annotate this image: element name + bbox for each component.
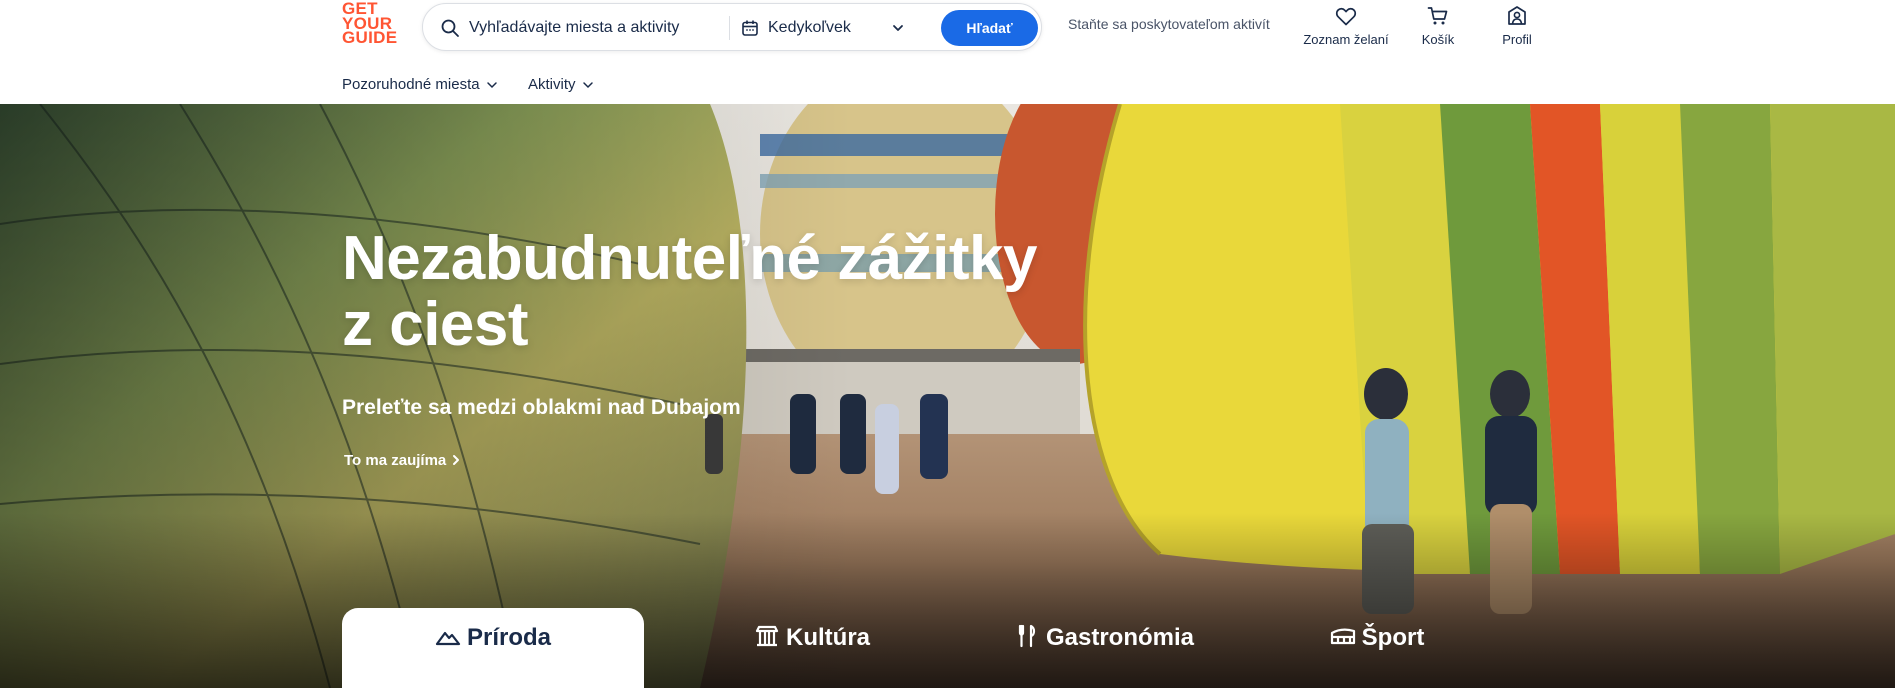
tab-culture[interactable]: Kultúra [702,608,922,688]
date-picker[interactable]: Kedykoľvek [741,12,911,44]
hero-title: Nezabudnuteľné zážitky z ciest [342,224,1038,359]
hero-title-line-1: Nezabudnuteľné zážitky [342,224,1038,293]
tab-label: Kultúra [786,624,870,651]
tab-nature[interactable]: Príroda [342,608,644,688]
category-tabs: Príroda Kultúra Gastronómia Šport [342,608,1502,688]
profile-icon [1508,6,1526,25]
temple-icon [755,625,779,647]
logo-line-3: GUIDE [342,28,398,47]
fork-knife-icon [1018,624,1036,648]
cart-button[interactable]: Košík [1410,4,1466,47]
date-label: Kedykoľvek [768,19,851,36]
nav-item-label: Aktivity [528,76,576,93]
become-supplier-link[interactable]: Staňte sa poskytovateľom aktivít [1068,16,1270,32]
chevron-down-icon [486,82,497,89]
wishlist-label: Zoznam želaní [1303,32,1389,47]
nav-item-label: Pozoruhodné miesta [342,76,480,93]
calendar-icon [742,20,758,36]
search-button[interactable]: Hľadať [941,10,1038,46]
wishlist-button[interactable]: Zoznam želaní [1300,4,1392,47]
tab-label: Príroda [466,624,552,651]
hero-background-image [0,104,1895,688]
search-icon [441,19,459,37]
hero-subtitle: Preleťte sa medzi oblakmi nad Dubajom [342,396,741,419]
chevron-right-icon [453,455,460,465]
chevron-down-icon [582,82,593,89]
profile-label: Profil [1502,32,1532,47]
hero-cta-link[interactable]: To ma zaujíma [344,452,462,469]
chevron-down-icon [893,25,903,31]
mountain-icon [435,631,461,646]
heart-icon [1335,7,1357,26]
nav-item-places[interactable]: Pozoruhodné miesta [342,76,498,93]
search-divider [729,16,730,40]
profile-button[interactable]: Profil [1488,4,1546,47]
stadium-icon [1330,628,1355,645]
search-input[interactable] [469,16,719,40]
hero-title-line-2: z ciest [342,290,529,359]
nav-item-activities[interactable]: Aktivity [528,76,594,93]
tab-label: Gastronómia [1045,624,1195,651]
tab-sport[interactable]: Šport [1272,608,1482,688]
cart-icon [1427,7,1448,25]
hero-cta-label: To ma zaujíma [344,452,447,469]
cart-label: Košík [1421,32,1455,47]
site-header: GET YOUR GUIDE Kedykoľvek Hľadať Staňte … [0,0,1895,104]
tab-label: Šport [1361,624,1425,651]
tab-gastronomy[interactable]: Gastronómia [964,608,1244,688]
search-bar: Kedykoľvek Hľadať [422,3,1042,51]
hero-banner: Nezabudnuteľné zážitky z ciest Preleťte … [0,104,1895,688]
getyourguide-logo[interactable]: GET YOUR GUIDE [342,0,400,47]
